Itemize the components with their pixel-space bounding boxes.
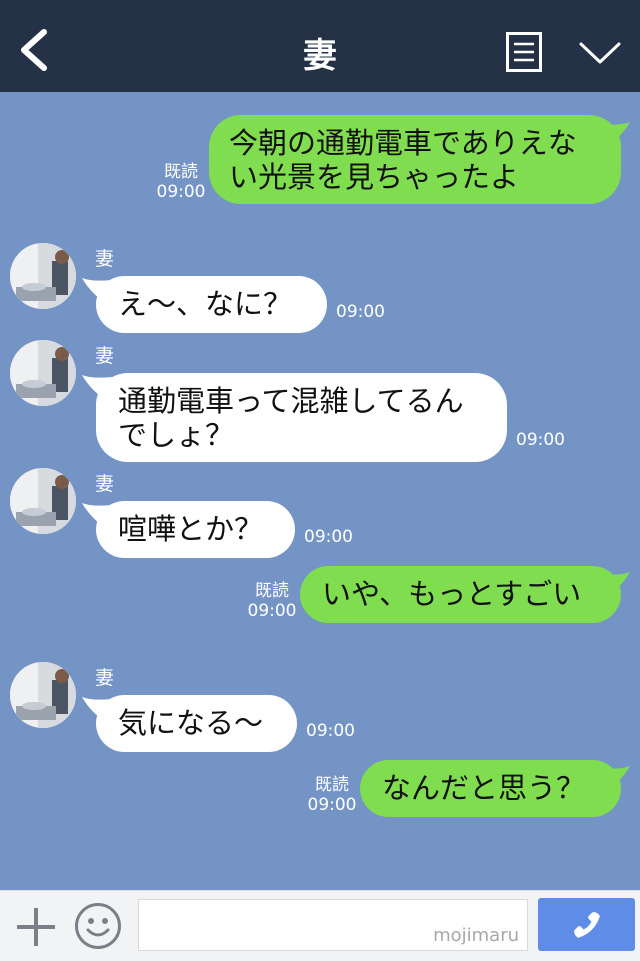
message-bubble-incoming[interactable]: 喧嘩とか？ [96, 501, 295, 558]
message-time: 09:00 [307, 795, 357, 815]
message-text-line: いや、もっとすごい [322, 577, 582, 611]
plus-icon [17, 908, 55, 946]
menu-toggle-button[interactable] [578, 38, 622, 68]
smile-icon [75, 903, 121, 949]
message-bubble-outgoing[interactable]: なんだと思う？ [360, 760, 621, 817]
message-time: 09:00 [336, 302, 385, 322]
read-label: 既読 [255, 581, 289, 601]
avatar[interactable] [10, 662, 76, 728]
sender-name: 妻 [95, 473, 115, 495]
emoji-button[interactable] [74, 902, 122, 950]
add-button[interactable] [14, 905, 58, 949]
message-bubble-incoming[interactable]: 気になる～ [96, 695, 297, 752]
message-text-line: い光景を見ちゃったよ [229, 160, 520, 194]
bubble-tail [600, 766, 630, 790]
avatar-photo [10, 468, 76, 534]
chevron-down-icon [579, 42, 621, 64]
message-time: 09:00 [304, 527, 353, 547]
message-bubble-outgoing[interactable]: 今朝の通勤電車でありえな い光景を見ちゃったよ [209, 115, 621, 204]
message-text-line: 通勤電車って混雑してるん [118, 384, 464, 418]
avatar[interactable] [10, 468, 76, 534]
avatar[interactable] [10, 243, 76, 309]
bubble-tail [600, 122, 630, 146]
bubble-tail [600, 572, 630, 596]
sender-name: 妻 [95, 667, 115, 689]
message-time: 09:00 [247, 601, 297, 621]
back-button[interactable] [14, 28, 54, 72]
chat-header: 妻 [0, 0, 640, 92]
note-button[interactable] [506, 32, 542, 72]
message-time: 09:00 [516, 430, 565, 450]
message-text-line: なんだと思う？ [382, 771, 586, 805]
chat-title: 妻 [303, 36, 337, 76]
message-bubble-incoming[interactable]: え～、なに？ [96, 276, 327, 333]
chevron-left-icon [21, 29, 47, 71]
message-time: 09:00 [156, 182, 206, 202]
message-bubble-outgoing[interactable]: いや、もっとすごい [300, 566, 621, 623]
message-text-line: え～、なに？ [118, 287, 293, 321]
avatar[interactable] [10, 340, 76, 406]
read-label: 既読 [315, 775, 349, 795]
message-input[interactable]: mojimaru [138, 899, 528, 951]
watermark: mojimaru [433, 925, 519, 946]
phone-icon [574, 912, 600, 938]
message-composer: mojimaru [0, 890, 640, 961]
avatar-photo [10, 340, 76, 406]
message-time: 09:00 [306, 721, 355, 741]
message-bubble-incoming[interactable]: 通勤電車って混雑してるん でしょ？ [96, 373, 507, 462]
message-text-line: でしょ？ [118, 418, 235, 452]
call-button[interactable] [538, 898, 635, 951]
note-icon [506, 32, 542, 72]
read-receipt: 既読 09:00 [155, 162, 207, 202]
avatar-photo [10, 662, 76, 728]
read-receipt: 既読 09:00 [306, 775, 358, 815]
sender-name: 妻 [95, 345, 115, 367]
message-text-line: 喧嘩とか？ [118, 512, 264, 546]
sender-name: 妻 [95, 248, 115, 270]
message-text-line: 気になる～ [118, 706, 264, 740]
avatar-photo [10, 243, 76, 309]
message-text-line: 今朝の通勤電車でありえな [229, 126, 577, 160]
read-receipt: 既読 09:00 [246, 581, 298, 621]
read-label: 既読 [164, 162, 198, 182]
